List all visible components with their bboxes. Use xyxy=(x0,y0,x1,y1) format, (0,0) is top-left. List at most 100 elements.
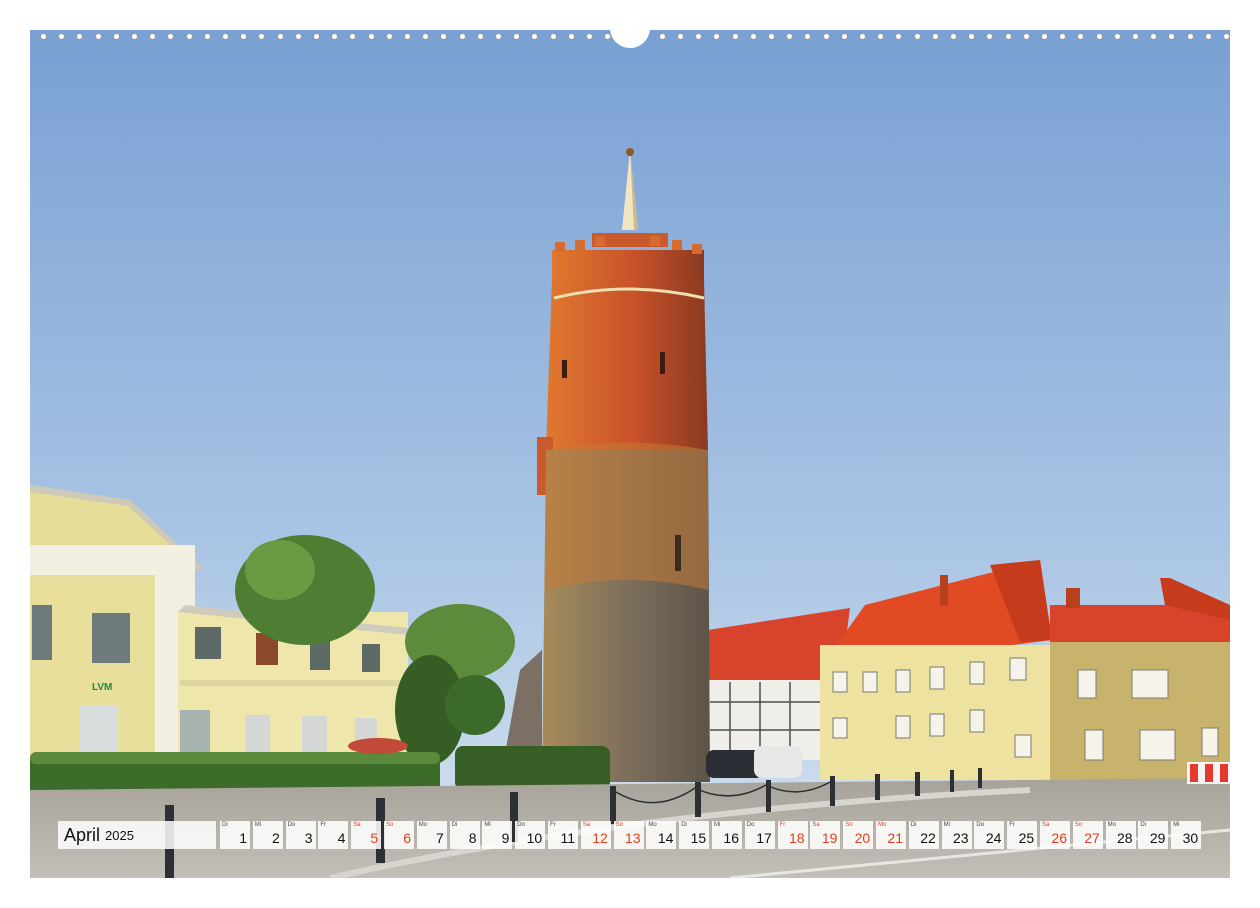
day-number: 24 xyxy=(985,830,1002,846)
binding-hole xyxy=(913,33,921,40)
day-number: 17 xyxy=(756,830,772,846)
day-cell: Sa 12 xyxy=(580,821,611,849)
month-label: April 2025 xyxy=(58,821,216,849)
day-number: 14 xyxy=(657,830,674,846)
day-cell: Fr 25 xyxy=(1007,821,1038,849)
day-number: 15 xyxy=(690,830,707,846)
binding-hole xyxy=(385,33,393,40)
binding-hole xyxy=(458,33,466,40)
day-cell: Do 24 xyxy=(974,821,1005,849)
weekday-label: Do xyxy=(287,822,296,828)
day-number: 21 xyxy=(887,830,903,846)
day-number: 19 xyxy=(821,830,838,846)
day-cell: So 27 xyxy=(1072,821,1103,849)
binding-hole xyxy=(131,33,138,40)
calendar-strip: April 2025 Di 1 Mi 2 Do 3 Fr 4 Sa 5 So 6 Mo 7 Di 8 Mi 9 Do… xyxy=(58,821,1204,849)
day-number: 26 xyxy=(1051,830,1067,846)
weekday-label: Di xyxy=(451,822,458,828)
day-cell: Fr 11 xyxy=(548,821,578,849)
day-number: 20 xyxy=(854,830,871,846)
binding-hole xyxy=(203,33,211,40)
day-number: 25 xyxy=(1018,830,1035,846)
binding-hole xyxy=(549,33,557,40)
binding-hole xyxy=(804,33,812,40)
binding-hole xyxy=(895,33,903,40)
weekday-label: Fr xyxy=(320,822,327,828)
month-year: 2025 xyxy=(105,827,134,843)
weekday-label: Di xyxy=(222,822,228,828)
day-cell: So 13 xyxy=(613,821,644,849)
binding-hole xyxy=(1059,33,1067,40)
binding-hole xyxy=(1095,33,1103,40)
building-sign: LVM xyxy=(92,682,112,693)
binding-hole xyxy=(1132,33,1139,40)
day-number: 23 xyxy=(953,830,969,846)
hedge-right xyxy=(455,746,610,790)
weekday-label: Mo xyxy=(1107,822,1116,828)
photo-illustration: LVM xyxy=(30,30,1230,878)
weekday-label: Di xyxy=(681,822,687,828)
binding-hole xyxy=(1150,33,1158,40)
day-number: 9 xyxy=(501,830,510,846)
weekday-label: Mi xyxy=(943,822,950,828)
binding-hole xyxy=(931,33,939,40)
binding-hole xyxy=(240,33,248,40)
weekday-label: Do xyxy=(517,822,525,828)
calendar-page: LVM April 2025 Di 1 Mi 2 Do 3 Fr 4 Sa 5 … xyxy=(0,0,1260,908)
day-number: 16 xyxy=(723,830,739,846)
day-number: 3 xyxy=(304,830,313,846)
weekday-label: Mi xyxy=(1173,822,1180,828)
weekday-label: Sa xyxy=(582,822,591,828)
binding-hole xyxy=(331,33,339,40)
weekday-label: So xyxy=(1074,822,1083,828)
binding-hole xyxy=(94,33,102,40)
day-number: 18 xyxy=(789,830,805,846)
weekday-label: Mi xyxy=(714,822,721,828)
binding-hole xyxy=(1223,33,1230,40)
weekday-label: Mo xyxy=(878,822,887,828)
day-cell: Mi 23 xyxy=(941,821,972,849)
binding-hole xyxy=(786,33,794,40)
day-number: 1 xyxy=(239,830,247,846)
weekday-label: Fr xyxy=(779,822,786,828)
day-cell: Di 15 xyxy=(679,821,710,849)
day-cell: Di 1 xyxy=(220,821,250,849)
binding-hole xyxy=(859,33,866,40)
binding-hole xyxy=(149,33,157,40)
binding-hole xyxy=(167,33,175,40)
day-cell: Mi 16 xyxy=(712,821,742,849)
weekday-label: So xyxy=(386,822,394,828)
weekday-label: Fr xyxy=(550,822,556,828)
day-cell: Mi 2 xyxy=(252,821,283,849)
weekday-label: Do xyxy=(746,822,755,828)
day-cell: Do 17 xyxy=(744,821,775,849)
binding-hole xyxy=(112,33,120,40)
day-number: 4 xyxy=(337,830,346,846)
binding-hole xyxy=(586,33,593,40)
binding-hole xyxy=(276,33,284,40)
binding-hole xyxy=(677,33,684,40)
weekday-label: Fr xyxy=(1009,822,1015,828)
month-name: April xyxy=(64,824,101,845)
binding-hole xyxy=(713,33,721,40)
binding-hole xyxy=(1077,33,1085,40)
binding-hole xyxy=(986,33,994,40)
binding-hole xyxy=(1186,33,1194,40)
weekday-label: So xyxy=(615,822,623,828)
binding-hole xyxy=(531,33,539,40)
day-cell: Do 10 xyxy=(515,821,546,849)
day-cell: Fr 18 xyxy=(777,821,808,849)
weekday-label: Mi xyxy=(484,822,491,828)
day-number: 6 xyxy=(403,830,411,846)
binding-hole xyxy=(440,33,448,40)
binding-hole xyxy=(567,33,575,40)
binding-hole xyxy=(513,33,521,40)
binding-hole xyxy=(658,33,666,40)
binding-hole xyxy=(695,33,703,40)
calendar-photo: LVM xyxy=(30,30,1230,878)
day-number: 8 xyxy=(468,830,477,846)
day-cell: So 20 xyxy=(843,821,874,849)
binding-hole xyxy=(1041,33,1048,40)
day-cell: Mo 14 xyxy=(646,821,677,849)
day-number: 29 xyxy=(1149,830,1166,846)
